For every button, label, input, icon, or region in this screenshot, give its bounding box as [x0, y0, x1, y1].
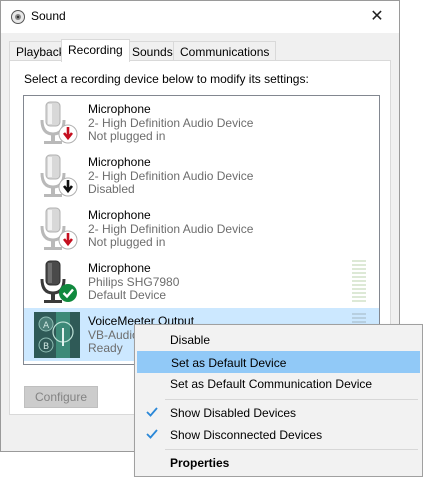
microphone-icon — [40, 101, 78, 144]
menu-item-disable[interactable]: Disable — [137, 329, 420, 351]
title-bar[interactable]: Sound ✕ — [1, 1, 399, 33]
voicemeeter-icon: A B — [34, 312, 80, 358]
device-description: 2- High Definition Audio Device — [88, 222, 254, 236]
menu-item-label: Set as Default Communication Device — [170, 377, 373, 391]
close-icon: ✕ — [370, 8, 384, 25]
menu-item-show-disconnected-devices[interactable]: Show Disconnected Devices — [137, 424, 420, 446]
svg-text:B: B — [43, 342, 49, 352]
device-name: Microphone — [88, 208, 151, 222]
device-description: VB-Audio — [88, 328, 139, 342]
window-title: Sound — [31, 9, 66, 23]
device-row[interactable]: Microphone 2- High Definition Audio Devi… — [24, 202, 379, 255]
tab-communications[interactable]: Communications — [173, 41, 277, 61]
default-check-badge-icon — [59, 284, 77, 302]
tab-recording[interactable]: Recording — [61, 39, 130, 62]
menu-item-set-default-device[interactable]: Set as Default Device — [137, 351, 420, 373]
microphone-icon — [40, 154, 78, 197]
menu-item-label: Show Disabled Devices — [170, 406, 297, 420]
instructions-text: Select a recording device below to modif… — [24, 72, 309, 86]
menu-item-set-default-communication-device[interactable]: Set as Default Communication Device — [137, 373, 420, 395]
device-name: Microphone — [88, 102, 151, 116]
disabled-badge-icon — [58, 177, 78, 197]
microphone-icon — [40, 260, 77, 303]
menu-item-label: Disable — [170, 333, 211, 347]
microphone-icon — [40, 207, 78, 250]
level-meter — [352, 260, 366, 302]
device-status: Not plugged in — [88, 129, 166, 143]
menu-item-label: Set as Default Device — [171, 356, 287, 370]
tab-sounds[interactable]: Sounds — [125, 41, 180, 61]
device-row[interactable]: Microphone 2- High Definition Audio Devi… — [24, 149, 379, 202]
menu-item-show-disabled-devices[interactable]: Show Disabled Devices — [137, 402, 420, 424]
device-description: 2- High Definition Audio Device — [88, 169, 254, 183]
menu-item-properties[interactable]: Properties — [137, 452, 420, 474]
device-status: Disabled — [88, 182, 135, 196]
device-name: Microphone — [88, 155, 151, 169]
device-row[interactable]: Microphone 2- High Definition Audio Devi… — [24, 96, 379, 149]
speaker-icon — [11, 10, 25, 24]
device-description: 2- High Definition Audio Device — [88, 116, 254, 130]
checkmark-icon — [146, 407, 158, 417]
device-status: Default Device — [88, 288, 167, 302]
menu-item-label: Show Disconnected Devices — [170, 428, 323, 442]
configure-button[interactable]: Configure — [24, 386, 98, 408]
unplugged-badge-icon — [58, 230, 78, 250]
close-button[interactable]: ✕ — [355, 1, 399, 31]
device-status: Ready — [88, 341, 123, 355]
menu-item-label: Properties — [170, 456, 230, 470]
context-menu: Disable Set as Default Device Set as Def… — [134, 324, 423, 477]
svg-text:A: A — [43, 321, 50, 331]
menu-separator — [165, 449, 418, 450]
device-name: Microphone — [88, 261, 151, 275]
device-status: Not plugged in — [88, 235, 166, 249]
unplugged-badge-icon — [58, 124, 78, 144]
checkmark-icon — [146, 429, 158, 439]
menu-separator — [165, 399, 418, 400]
device-description: Philips SHG7980 — [88, 275, 180, 289]
device-row[interactable]: Microphone Philips SHG7980 Default Devic… — [24, 255, 379, 308]
